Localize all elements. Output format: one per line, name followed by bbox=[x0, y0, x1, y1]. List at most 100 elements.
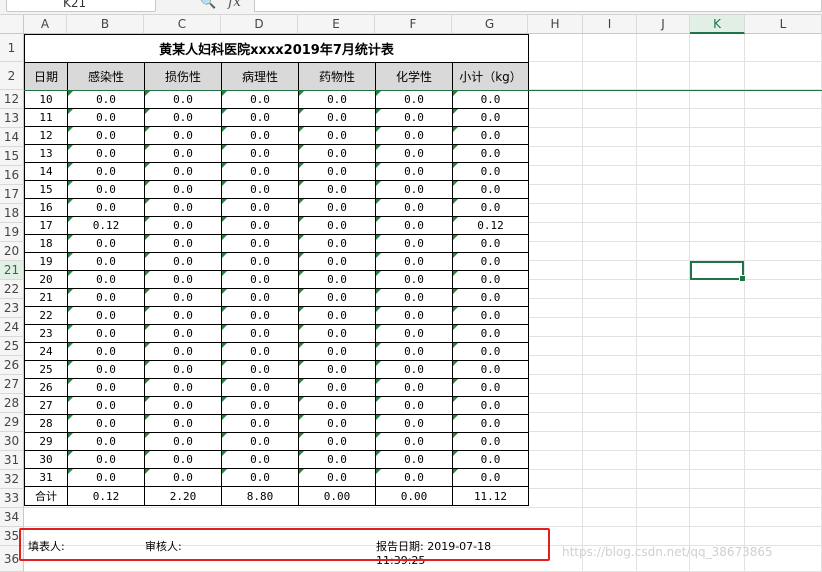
table-cell[interactable]: 15 bbox=[24, 180, 68, 199]
column-header-f[interactable]: F bbox=[375, 15, 452, 34]
table-cell[interactable]: 0.0 bbox=[298, 234, 376, 253]
row-header-25[interactable]: 25 bbox=[0, 337, 24, 356]
table-cell[interactable]: 0.0 bbox=[452, 108, 529, 127]
table-cell[interactable]: 0.0 bbox=[375, 360, 453, 379]
total-cell[interactable]: 0.12 bbox=[67, 486, 145, 506]
table-cell[interactable]: 0.0 bbox=[221, 432, 299, 451]
header-cell[interactable]: 感染性 bbox=[67, 62, 145, 91]
table-cell[interactable]: 0.0 bbox=[375, 342, 453, 361]
table-cell[interactable]: 0.0 bbox=[221, 414, 299, 433]
table-cell[interactable]: 0.0 bbox=[144, 468, 222, 487]
table-cell[interactable]: 0.0 bbox=[144, 306, 222, 325]
table-cell[interactable]: 0.0 bbox=[452, 342, 529, 361]
row-header-15[interactable]: 15 bbox=[0, 147, 24, 166]
table-cell[interactable]: 10 bbox=[24, 90, 68, 109]
table-cell[interactable]: 0.0 bbox=[375, 396, 453, 415]
table-cell[interactable]: 0.0 bbox=[298, 414, 376, 433]
table-cell[interactable]: 0.0 bbox=[452, 360, 529, 379]
table-cell[interactable]: 0.0 bbox=[67, 90, 145, 109]
search-icon[interactable]: 🔍 bbox=[200, 0, 216, 10]
table-cell[interactable]: 0.0 bbox=[67, 288, 145, 307]
table-cell[interactable]: 0.0 bbox=[452, 468, 529, 487]
row-header-24[interactable]: 24 bbox=[0, 318, 24, 337]
table-cell[interactable]: 0.0 bbox=[221, 378, 299, 397]
table-cell[interactable]: 0.0 bbox=[298, 396, 376, 415]
table-cell[interactable]: 0.12 bbox=[67, 216, 145, 235]
column-header-c[interactable]: C bbox=[144, 15, 221, 34]
table-cell[interactable]: 0.0 bbox=[298, 198, 376, 217]
row-header-19[interactable]: 19 bbox=[0, 223, 24, 242]
table-cell[interactable]: 0.0 bbox=[144, 180, 222, 199]
table-cell[interactable]: 16 bbox=[24, 198, 68, 217]
table-cell[interactable]: 0.0 bbox=[298, 324, 376, 343]
column-header-b[interactable]: B bbox=[67, 15, 144, 34]
row-header-34[interactable]: 34 bbox=[0, 508, 24, 527]
header-cell[interactable]: 化学性 bbox=[375, 62, 453, 91]
table-cell[interactable]: 0.0 bbox=[298, 162, 376, 181]
table-cell[interactable]: 0.0 bbox=[144, 378, 222, 397]
table-cell[interactable]: 0.12 bbox=[452, 216, 529, 235]
table-cell[interactable]: 0.0 bbox=[452, 396, 529, 415]
header-cell[interactable]: 病理性 bbox=[221, 62, 299, 91]
total-cell[interactable]: 合计 bbox=[24, 486, 68, 506]
row-header-16[interactable]: 16 bbox=[0, 166, 24, 185]
total-cell[interactable]: 11.12 bbox=[452, 486, 529, 506]
table-cell[interactable]: 28 bbox=[24, 414, 68, 433]
table-cell[interactable]: 24 bbox=[24, 342, 68, 361]
table-cell[interactable]: 0.0 bbox=[67, 144, 145, 163]
table-cell[interactable]: 0.0 bbox=[67, 468, 145, 487]
formula-input[interactable] bbox=[254, 0, 822, 12]
table-cell[interactable]: 0.0 bbox=[144, 144, 222, 163]
row-header-2[interactable]: 2 bbox=[0, 62, 24, 90]
table-cell[interactable]: 0.0 bbox=[67, 396, 145, 415]
table-cell[interactable]: 0.0 bbox=[144, 450, 222, 469]
table-cell[interactable]: 0.0 bbox=[221, 270, 299, 289]
table-cell[interactable]: 11 bbox=[24, 108, 68, 127]
table-cell[interactable]: 0.0 bbox=[452, 450, 529, 469]
table-cell[interactable]: 0.0 bbox=[144, 252, 222, 271]
table-cell[interactable]: 0.0 bbox=[298, 108, 376, 127]
table-cell[interactable]: 25 bbox=[24, 360, 68, 379]
table-cell[interactable]: 0.0 bbox=[298, 342, 376, 361]
table-cell[interactable]: 0.0 bbox=[221, 306, 299, 325]
column-header-g[interactable]: G bbox=[452, 15, 528, 34]
table-cell[interactable]: 0.0 bbox=[298, 126, 376, 145]
row-header-18[interactable]: 18 bbox=[0, 204, 24, 223]
table-cell[interactable]: 0.0 bbox=[452, 234, 529, 253]
total-cell[interactable]: 8.80 bbox=[221, 486, 299, 506]
row-header-1[interactable]: 1 bbox=[0, 34, 24, 62]
column-header-j[interactable]: J bbox=[637, 15, 690, 34]
select-all-corner[interactable] bbox=[0, 15, 24, 34]
table-cell[interactable]: 0.0 bbox=[144, 198, 222, 217]
table-cell[interactable]: 0.0 bbox=[298, 468, 376, 487]
table-cell[interactable]: 0.0 bbox=[221, 216, 299, 235]
table-cell[interactable]: 0.0 bbox=[221, 198, 299, 217]
table-cell[interactable]: 0.0 bbox=[144, 342, 222, 361]
table-cell[interactable]: 23 bbox=[24, 324, 68, 343]
fx-icon[interactable]: fx bbox=[228, 0, 241, 10]
total-cell[interactable]: 2.20 bbox=[144, 486, 222, 506]
table-cell[interactable]: 0.0 bbox=[67, 162, 145, 181]
table-cell[interactable]: 0.0 bbox=[375, 468, 453, 487]
table-cell[interactable]: 22 bbox=[24, 306, 68, 325]
table-cell[interactable]: 0.0 bbox=[67, 126, 145, 145]
table-cell[interactable]: 0.0 bbox=[375, 306, 453, 325]
row-header-12[interactable]: 12 bbox=[0, 90, 24, 109]
table-cell[interactable]: 0.0 bbox=[452, 414, 529, 433]
table-cell[interactable]: 0.0 bbox=[375, 198, 453, 217]
row-header-22[interactable]: 22 bbox=[0, 280, 24, 299]
table-cell[interactable]: 0.0 bbox=[144, 432, 222, 451]
table-cell[interactable]: 0.0 bbox=[375, 324, 453, 343]
table-cell[interactable]: 0.0 bbox=[452, 180, 529, 199]
table-cell[interactable]: 21 bbox=[24, 288, 68, 307]
table-cell[interactable]: 0.0 bbox=[221, 396, 299, 415]
table-cell[interactable]: 0.0 bbox=[375, 252, 453, 271]
row-header-14[interactable]: 14 bbox=[0, 128, 24, 147]
header-cell[interactable]: 日期 bbox=[24, 62, 68, 91]
table-cell[interactable]: 0.0 bbox=[144, 108, 222, 127]
table-cell[interactable]: 0.0 bbox=[221, 180, 299, 199]
row-header-31[interactable]: 31 bbox=[0, 451, 24, 470]
report-title[interactable]: 黄某人妇科医院xxxx2019年7月统计表 bbox=[24, 34, 529, 63]
table-cell[interactable]: 0.0 bbox=[144, 288, 222, 307]
table-cell[interactable]: 0.0 bbox=[298, 252, 376, 271]
